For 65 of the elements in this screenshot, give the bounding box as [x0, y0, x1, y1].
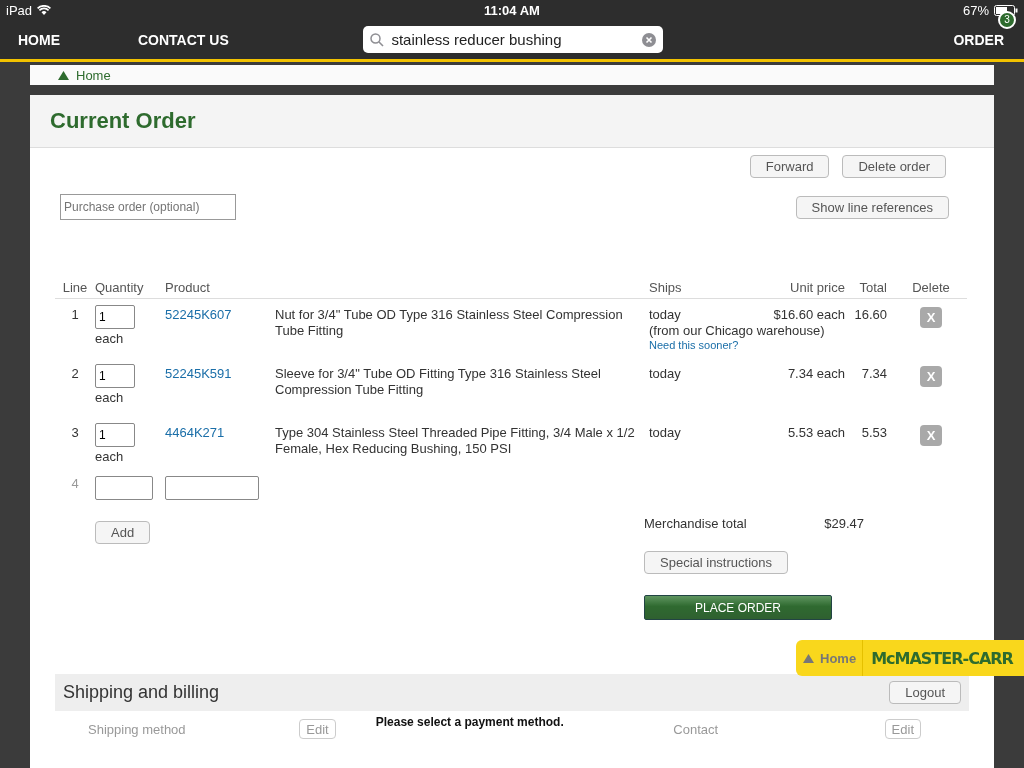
- triangle-icon: [803, 653, 814, 663]
- nav-link[interactable]: CONTACT US: [138, 31, 229, 48]
- wifi-icon: [37, 4, 52, 16]
- product-link[interactable]: 52245K591: [165, 366, 232, 381]
- special-instructions-button[interactable]: Special instructions: [644, 551, 788, 574]
- line-total: 16.60: [854, 307, 887, 322]
- section-label: Contact: [673, 722, 719, 739]
- line-number: 1: [71, 307, 79, 322]
- product-description: Sleeve for 3/4" Tube OD Fitting Type 316 Stainless Steel Compression Tube Fitting: [275, 366, 601, 397]
- payment-notice: Please select a payment method.: [375, 715, 565, 731]
- triangle-icon: [58, 70, 69, 80]
- quantity-field[interactable]: [95, 476, 153, 500]
- total-value: $29.47: [824, 516, 864, 531]
- search-icon: [370, 32, 385, 47]
- purchase-order-field[interactable]: Purchase order (optional): [60, 194, 236, 220]
- action-button[interactable]: Delete order: [842, 155, 946, 178]
- line-total: 7.34: [861, 366, 887, 381]
- page-title: Current Order: [50, 108, 196, 134]
- clock-time: 11:04 AM: [484, 2, 540, 18]
- section-title: Shipping and billing: [63, 682, 220, 703]
- unit-price: $16.60 each: [773, 307, 845, 322]
- add-button[interactable]: Add: [95, 521, 151, 544]
- quantity-field[interactable]: 1: [95, 423, 135, 447]
- column-header: Quantity: [95, 280, 144, 295]
- nav-link[interactable]: HOME: [18, 31, 60, 48]
- logo: McMASTER-CARR: [870, 648, 1013, 668]
- product-description: Nut for 3/4" Tube OD Type 316 Stainless Steel Compression Tube Fitting: [275, 307, 623, 338]
- unit-label: each: [95, 331, 125, 347]
- total-label: Merchandise total: [644, 516, 747, 531]
- quantity-field[interactable]: 1: [95, 305, 135, 329]
- unit-price: 5.53 each: [787, 425, 845, 440]
- line-references-button[interactable]: Show line references: [795, 195, 949, 219]
- quantity-field[interactable]: 1: [95, 364, 135, 388]
- ship-date: today: [649, 307, 681, 323]
- product-link[interactable]: 52245K607: [165, 307, 232, 322]
- sooner-link[interactable]: Need this sooner?: [649, 339, 739, 351]
- ship-date: today: [649, 425, 681, 441]
- unit-label: each: [95, 449, 125, 465]
- unit-price: 7.34 each: [787, 366, 845, 381]
- section-label: Shipping method: [88, 722, 186, 739]
- ship-location: (from our Chicago warehouse): [649, 323, 825, 339]
- product-description: Type 304 Stainless Steel Threaded Pipe Fitting, 3/4 Male x 1/2 Female, Hex Reducing Bushing, 150 PSI: [275, 425, 635, 456]
- ship-date: today: [649, 366, 681, 382]
- unit-label: each: [95, 390, 125, 406]
- product-link[interactable]: 4464K271: [165, 425, 225, 440]
- line-number: 3: [71, 425, 79, 440]
- search-field[interactable]: stainless reducer bushing: [363, 26, 664, 53]
- order-link[interactable]: ORDER: [953, 31, 1004, 48]
- column-header: Total: [859, 280, 887, 295]
- battery-percent: 67%: [962, 2, 989, 18]
- product-field[interactable]: [165, 476, 259, 500]
- column-header: Line: [62, 280, 88, 295]
- line-total: 5.53: [861, 425, 887, 440]
- place-order-button[interactable]: PLACE ORDER: [644, 595, 832, 620]
- column-header: Product: [165, 280, 210, 295]
- line-number: 2: [71, 366, 79, 381]
- clear-icon[interactable]: [642, 32, 657, 47]
- logout-button[interactable]: Logout: [889, 681, 961, 704]
- column-header: Delete: [912, 280, 950, 295]
- line-number: 4: [71, 476, 79, 491]
- action-button[interactable]: Forward: [749, 155, 830, 178]
- column-header: Ships: [649, 280, 682, 295]
- column-header: Unit price: [790, 280, 845, 295]
- breadcrumb-link[interactable]: Home: [58, 67, 111, 83]
- device-name: iPad: [6, 2, 33, 18]
